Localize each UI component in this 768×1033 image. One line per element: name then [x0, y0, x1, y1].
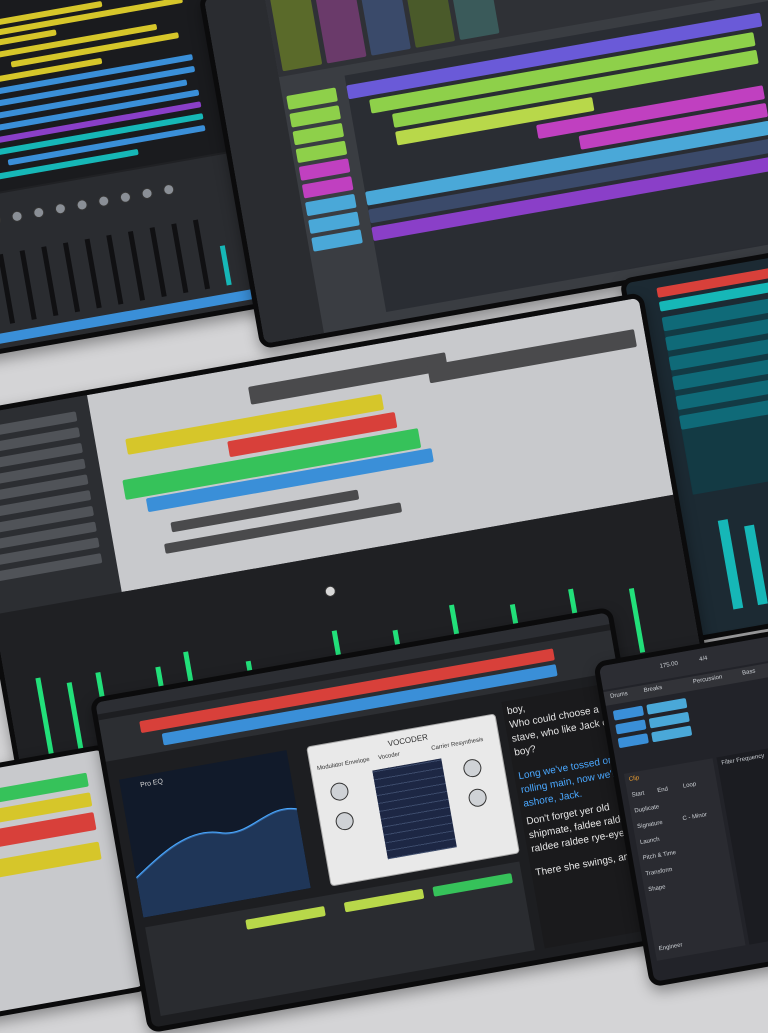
signature-display: 4/4: [698, 655, 709, 663]
inspector-pitch-time: Pitch & Time: [642, 849, 677, 862]
track-list: [661, 294, 768, 495]
vocoder-section-mod: Modulator Envelope: [316, 756, 371, 773]
vocoder-section-main: Vocoder: [377, 751, 401, 762]
footer-label: Engineer: [658, 942, 684, 953]
key-display: C - Minor: [682, 812, 708, 823]
inspector-shape: Shape: [647, 884, 667, 894]
inspector-duplicate[interactable]: Duplicate: [634, 804, 660, 814]
inspector-signature: Signature: [636, 819, 664, 831]
inspector-end: End: [656, 786, 669, 795]
tempo-display: 175.00: [659, 660, 679, 670]
clip-slot[interactable]: [615, 719, 647, 735]
scene-header: Percussion: [692, 674, 723, 686]
inspector-start: Start: [631, 790, 645, 799]
inspector-loop: Loop: [682, 781, 697, 790]
attack-knob[interactable]: [329, 781, 350, 803]
eq-panel-title: Pro EQ: [139, 778, 164, 790]
output-knob[interactable]: [461, 757, 483, 779]
eq-panel: Pro EQ: [119, 750, 311, 918]
clip-slot[interactable]: [617, 733, 649, 749]
scene-header: Bass: [741, 668, 756, 677]
eq-curve: [135, 807, 311, 918]
vocoder-title: VOCODER: [387, 732, 429, 749]
inspector-launch: Launch: [639, 836, 661, 847]
inspector-clip: Clip: [628, 775, 640, 783]
mix-knob[interactable]: [467, 787, 489, 809]
clip-slot[interactable]: [612, 705, 645, 721]
inspector-transform: Transform: [645, 866, 673, 878]
release-knob[interactable]: [334, 810, 356, 832]
vocoder-band-grid: [372, 758, 457, 860]
vocoder-section-carrier: Carrier Resynthesis: [430, 736, 484, 752]
scene-header: Breaks: [643, 684, 663, 695]
lyric-line: boy?: [513, 743, 537, 759]
clip-slot[interactable]: [651, 725, 693, 743]
vocoder-plugin: VOCODER Modulator Envelope Vocoder Carri…: [306, 713, 520, 887]
filter-label: Filter Frequency: [721, 753, 765, 767]
scene-header: Drums: [609, 690, 629, 700]
